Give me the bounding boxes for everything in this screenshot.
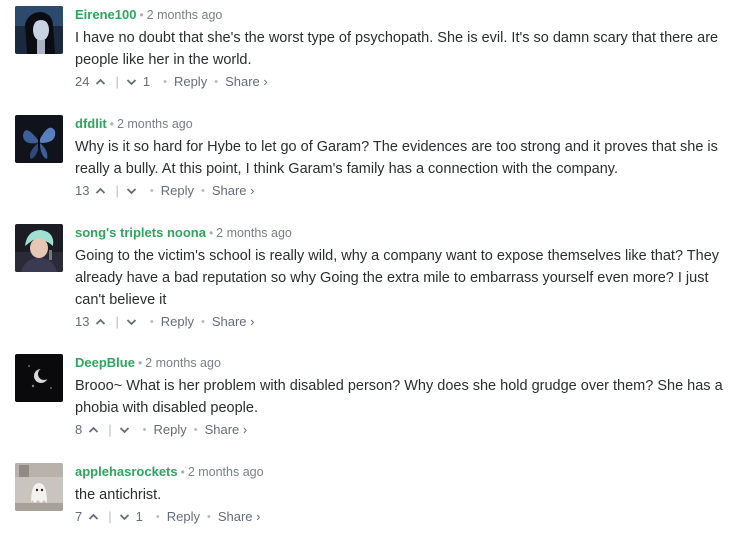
comment-text: the antichrist. bbox=[75, 487, 162, 503]
comment-body: DeepBlue • 2 months ago Brooo~ What is her… bbox=[75, 354, 727, 439]
vote-divider: | bbox=[115, 183, 119, 198]
action-separator: • bbox=[149, 185, 154, 197]
comment-actions: 13 | • Reply • Share › bbox=[75, 313, 727, 331]
avatar[interactable] bbox=[15, 115, 63, 163]
comment-meta: DeepBlue • 2 months ago bbox=[75, 354, 727, 372]
downvote-icon[interactable] bbox=[126, 186, 137, 196]
comment-meta: applehasrockets • 2 months ago bbox=[75, 463, 727, 481]
comment-body: applehasrockets • 2 months ago the antichr… bbox=[75, 463, 727, 526]
share-button[interactable]: Share › bbox=[212, 313, 255, 331]
upvote-count: 7 bbox=[75, 509, 83, 524]
comment-actions: 8 | • Reply • Share › bbox=[75, 421, 727, 439]
reply-button[interactable]: Reply bbox=[161, 313, 194, 331]
avatar-dark-hair-woman-icon bbox=[15, 6, 63, 54]
vote-divider: | bbox=[108, 509, 112, 524]
reply-button[interactable]: Reply bbox=[153, 421, 186, 439]
action-separator: • bbox=[142, 424, 147, 436]
comment-meta: Eirene100 • 2 months ago bbox=[75, 6, 727, 24]
meta-separator: • bbox=[137, 356, 143, 370]
avatar-moon-night-icon bbox=[15, 354, 63, 402]
share-button[interactable]: Share › bbox=[205, 421, 248, 439]
meta-separator: • bbox=[180, 465, 185, 479]
avatar-mint-hair-singer-icon bbox=[15, 224, 63, 272]
avatar-blue-butterfly-icon bbox=[15, 115, 63, 163]
upvote-icon[interactable] bbox=[88, 425, 99, 435]
comment-text: Going to the victim's school is really w… bbox=[75, 248, 720, 308]
username[interactable]: Eirene100 bbox=[75, 7, 136, 22]
downvote-icon[interactable] bbox=[119, 425, 130, 435]
timestamp[interactable]: 2 months ago bbox=[216, 226, 292, 240]
avatar[interactable] bbox=[15, 463, 63, 511]
downvote-count: 1 bbox=[142, 74, 151, 89]
timestamp[interactable]: 2 months ago bbox=[147, 8, 223, 22]
share-button[interactable]: Share › bbox=[225, 73, 268, 91]
timestamp[interactable]: 2 months ago bbox=[117, 117, 193, 131]
username[interactable]: applehasrockets bbox=[75, 464, 178, 479]
username[interactable]: DeepBlue bbox=[75, 355, 135, 370]
action-separator: • bbox=[200, 185, 205, 197]
comment-meta: song's triplets noona • 2 months ago bbox=[75, 224, 727, 242]
downvote-icon[interactable] bbox=[126, 317, 137, 327]
upvote-count: 24 bbox=[75, 74, 90, 89]
meta-separator: • bbox=[208, 226, 214, 240]
vote-divider: | bbox=[115, 74, 119, 89]
comment-body: dfdlit • 2 months ago Why is it so hard fo… bbox=[75, 115, 727, 200]
avatar[interactable] bbox=[15, 354, 63, 402]
vote-divider: | bbox=[115, 314, 119, 329]
username[interactable]: song's triplets noona bbox=[75, 225, 206, 240]
comment-actions: 13 | • Reply • Share › bbox=[75, 182, 727, 200]
comment-meta: dfdlit • 2 months ago bbox=[75, 115, 727, 133]
reply-button[interactable]: Reply bbox=[161, 182, 194, 200]
meta-separator: • bbox=[109, 117, 114, 131]
upvote-icon[interactable] bbox=[95, 317, 106, 327]
vote-divider: | bbox=[108, 422, 112, 437]
action-separator: • bbox=[214, 76, 219, 88]
upvote-count: 13 bbox=[75, 183, 90, 198]
downvote-icon[interactable] bbox=[119, 512, 130, 522]
action-separator: • bbox=[149, 316, 154, 328]
comment-actions: 7 | 1 • Reply • Share › bbox=[75, 508, 727, 526]
action-separator: • bbox=[193, 424, 198, 436]
upvote-icon[interactable] bbox=[95, 77, 106, 87]
comment-text: Why is it so hard for Hybe to let go of … bbox=[75, 139, 718, 177]
avatar[interactable] bbox=[15, 224, 63, 272]
upvote-count: 13 bbox=[75, 314, 90, 329]
share-button[interactable]: Share › bbox=[212, 182, 255, 200]
action-separator: • bbox=[206, 511, 211, 523]
action-separator: • bbox=[163, 76, 167, 88]
action-separator: • bbox=[155, 511, 160, 523]
comment-text: Brooo~ What is her problem with disabled… bbox=[75, 378, 723, 416]
username[interactable]: dfdlit bbox=[75, 116, 107, 131]
comment-body: song's triplets noona • 2 months ago Going… bbox=[75, 224, 727, 331]
upvote-icon[interactable] bbox=[88, 512, 99, 522]
downvote-count: 1 bbox=[135, 509, 143, 524]
share-button[interactable]: Share › bbox=[218, 508, 261, 526]
avatar[interactable] bbox=[15, 6, 63, 54]
upvote-icon[interactable] bbox=[95, 186, 106, 196]
downvote-icon[interactable] bbox=[126, 77, 137, 87]
comment-body: Eirene100 • 2 months ago I have no doubt t… bbox=[75, 6, 727, 91]
avatar-ghost-room-icon bbox=[15, 463, 63, 511]
comment-actions: 24 | 1 • Reply • Share › bbox=[75, 73, 727, 91]
action-separator: • bbox=[200, 316, 205, 328]
upvote-count: 8 bbox=[75, 422, 83, 437]
reply-button[interactable]: Reply bbox=[174, 73, 207, 91]
timestamp[interactable]: 2 months ago bbox=[145, 356, 221, 370]
reply-button[interactable]: Reply bbox=[167, 508, 200, 526]
timestamp[interactable]: 2 months ago bbox=[188, 465, 264, 479]
comment-text: I have no doubt that she's the worst typ… bbox=[75, 30, 719, 68]
meta-separator: • bbox=[139, 8, 144, 22]
